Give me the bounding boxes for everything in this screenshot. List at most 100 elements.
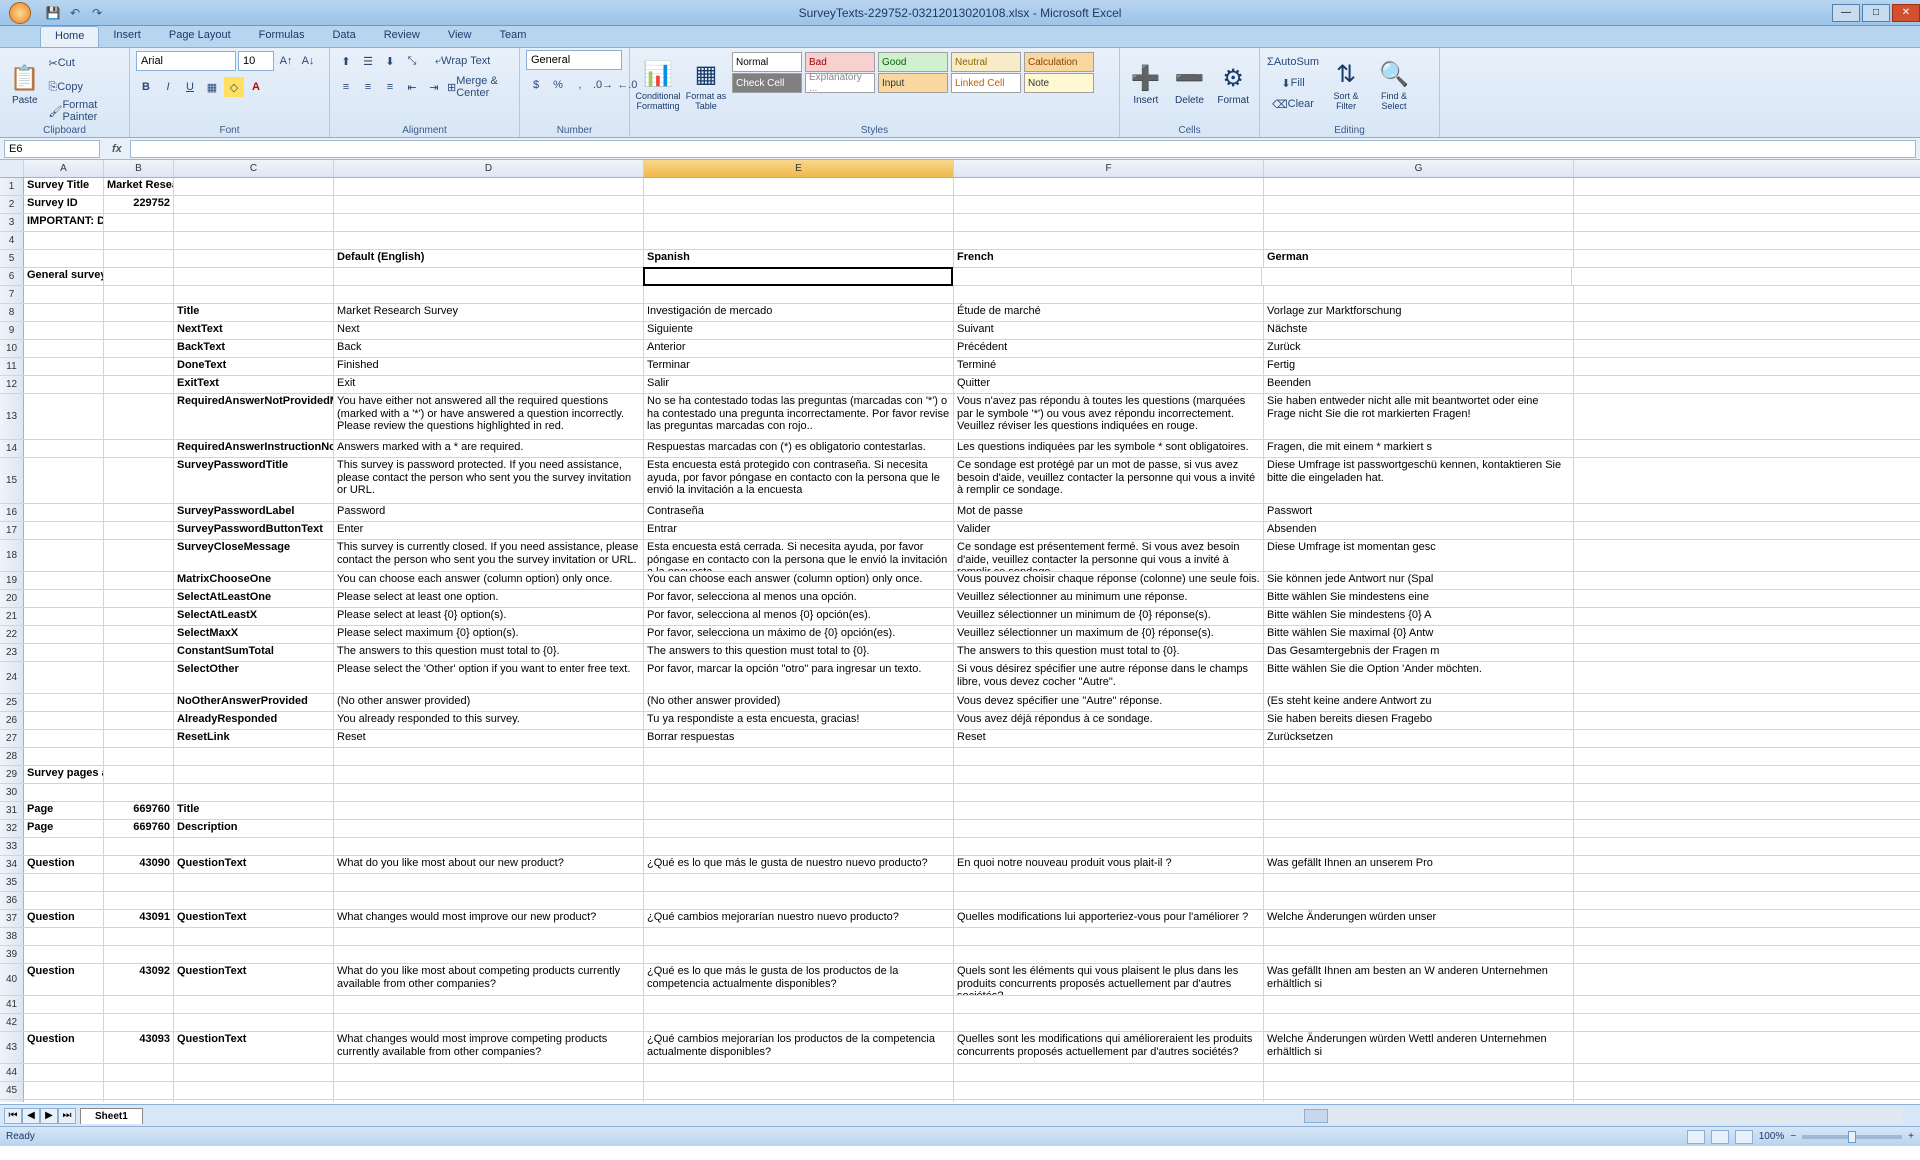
row-header-39[interactable]: 39 <box>0 946 24 963</box>
cell-B38[interactable] <box>104 928 174 945</box>
cell-B5[interactable] <box>104 250 174 267</box>
row-header-9[interactable]: 9 <box>0 322 24 339</box>
cell-E46[interactable]: Si nuestro nuevo producto estuviera disp… <box>644 1100 954 1102</box>
cell-E31[interactable] <box>644 802 954 819</box>
cell-D23[interactable]: The answers to this question must total … <box>334 644 644 661</box>
cell-F19[interactable]: Vous pouvez choisir chaque réponse (colo… <box>954 572 1264 589</box>
cell-A32[interactable]: Page <box>24 820 104 837</box>
cell-B13[interactable] <box>104 394 174 439</box>
row-header-3[interactable]: 3 <box>0 214 24 231</box>
cell-E27[interactable]: Borrar respuestas <box>644 730 954 747</box>
cell-F31[interactable] <box>954 802 1264 819</box>
cell-D37[interactable]: What changes would most improve our new … <box>334 910 644 927</box>
row-header-19[interactable]: 19 <box>0 572 24 589</box>
cell-F46[interactable]: Si notre nouveau produit était disponibl… <box>954 1100 1264 1102</box>
cell-A28[interactable] <box>24 748 104 765</box>
cell-E34[interactable]: ¿Qué es lo que más le gusta de nuestro n… <box>644 856 954 873</box>
cell-A22[interactable] <box>24 626 104 643</box>
cell-G21[interactable]: Bitte wählen Sie mindestens {0} A <box>1264 608 1574 625</box>
ribbon-tab-insert[interactable]: Insert <box>99 26 155 47</box>
cell-A29[interactable]: Survey pages and questions <box>24 766 104 783</box>
cell-B23[interactable] <box>104 644 174 661</box>
align-center-icon[interactable]: ≡ <box>358 77 378 97</box>
cell-E1[interactable] <box>644 178 954 195</box>
ribbon-tab-data[interactable]: Data <box>318 26 369 47</box>
cell-G19[interactable]: Sie können jede Antwort nur (Spal <box>1264 572 1574 589</box>
cell-G11[interactable]: Fertig <box>1264 358 1574 375</box>
row-header-11[interactable]: 11 <box>0 358 24 375</box>
cell-F30[interactable] <box>954 784 1264 801</box>
cell-B44[interactable] <box>104 1064 174 1081</box>
cell-A34[interactable]: Question <box>24 856 104 873</box>
cell-C30[interactable] <box>174 784 334 801</box>
cell-C4[interactable] <box>174 232 334 249</box>
save-icon[interactable]: 💾 <box>44 4 62 22</box>
view-normal-icon[interactable] <box>1687 1130 1705 1144</box>
cell-A26[interactable] <box>24 712 104 729</box>
cell-G9[interactable]: Nächste <box>1264 322 1574 339</box>
cell-D8[interactable]: Market Research Survey <box>334 304 644 321</box>
cell-D46[interactable]: If our new product were available today,… <box>334 1100 644 1102</box>
cell-G45[interactable] <box>1264 1082 1574 1099</box>
cell-C36[interactable] <box>174 892 334 909</box>
tab-nav-next[interactable]: ▶ <box>40 1108 58 1124</box>
row-header-15[interactable]: 15 <box>0 458 24 503</box>
cell-F15[interactable]: Ce sondage est protégé par un mot de pas… <box>954 458 1264 503</box>
style-calculation[interactable]: Calculation <box>1024 52 1094 72</box>
cell-B31[interactable]: 669760 <box>104 802 174 819</box>
cell-A39[interactable] <box>24 946 104 963</box>
cell-E45[interactable] <box>644 1082 954 1099</box>
row-header-16[interactable]: 16 <box>0 504 24 521</box>
cell-C46[interactable] <box>174 1100 334 1102</box>
cell-C27[interactable]: ResetLink <box>174 730 334 747</box>
row-header-14[interactable]: 14 <box>0 440 24 457</box>
cell-E6[interactable] <box>643 267 953 286</box>
row-header-34[interactable]: 34 <box>0 856 24 873</box>
cell-C22[interactable]: SelectMaxX <box>174 626 334 643</box>
cell-B18[interactable] <box>104 540 174 571</box>
cell-E43[interactable]: ¿Qué cambios mejorarían los productos de… <box>644 1032 954 1063</box>
cell-C17[interactable]: SurveyPasswordButtonText <box>174 522 334 539</box>
tab-nav-prev[interactable]: ◀ <box>22 1108 40 1124</box>
cell-D42[interactable] <box>334 1014 644 1031</box>
cell-D17[interactable]: Enter <box>334 522 644 539</box>
style-neutral[interactable]: Neutral <box>951 52 1021 72</box>
cell-D41[interactable] <box>334 996 644 1013</box>
cell-E42[interactable] <box>644 1014 954 1031</box>
cell-G4[interactable] <box>1264 232 1574 249</box>
row-header-41[interactable]: 41 <box>0 996 24 1013</box>
cell-C26[interactable]: AlreadyResponded <box>174 712 334 729</box>
row-header-31[interactable]: 31 <box>0 802 24 819</box>
row-header-30[interactable]: 30 <box>0 784 24 801</box>
cell-A41[interactable] <box>24 996 104 1013</box>
ribbon-tab-review[interactable]: Review <box>370 26 434 47</box>
cell-D44[interactable] <box>334 1064 644 1081</box>
row-header-10[interactable]: 10 <box>0 340 24 357</box>
shrink-font-icon[interactable]: A↓ <box>298 51 318 71</box>
cell-B19[interactable] <box>104 572 174 589</box>
row-header-45[interactable]: 45 <box>0 1082 24 1099</box>
cell-E19[interactable]: You can choose each answer (column optio… <box>644 572 954 589</box>
style-explanatory[interactable]: Explanatory ... <box>805 73 875 93</box>
cell-A38[interactable] <box>24 928 104 945</box>
cell-A37[interactable]: Question <box>24 910 104 927</box>
cell-A31[interactable]: Page <box>24 802 104 819</box>
style-checkcell[interactable]: Check Cell <box>732 73 802 93</box>
row-header-18[interactable]: 18 <box>0 540 24 571</box>
cell-B12[interactable] <box>104 376 174 393</box>
cell-G20[interactable]: Bitte wählen Sie mindestens eine <box>1264 590 1574 607</box>
cell-C14[interactable]: RequiredAnswerInstructionNotice <box>174 440 334 457</box>
row-header-4[interactable]: 4 <box>0 232 24 249</box>
cell-B4[interactable] <box>104 232 174 249</box>
cell-E17[interactable]: Entrar <box>644 522 954 539</box>
fill-button[interactable]: ⬇ Fill <box>1266 73 1320 93</box>
comma-icon[interactable]: , <box>570 75 590 95</box>
cell-D7[interactable] <box>334 286 644 303</box>
cell-C42[interactable] <box>174 1014 334 1031</box>
cell-F33[interactable] <box>954 838 1264 855</box>
cell-F16[interactable]: Mot de passe <box>954 504 1264 521</box>
cell-C11[interactable]: DoneText <box>174 358 334 375</box>
cell-C23[interactable]: ConstantSumTotal <box>174 644 334 661</box>
cell-G12[interactable]: Beenden <box>1264 376 1574 393</box>
sort-filter-button[interactable]: ⇅Sort & Filter <box>1324 50 1368 120</box>
